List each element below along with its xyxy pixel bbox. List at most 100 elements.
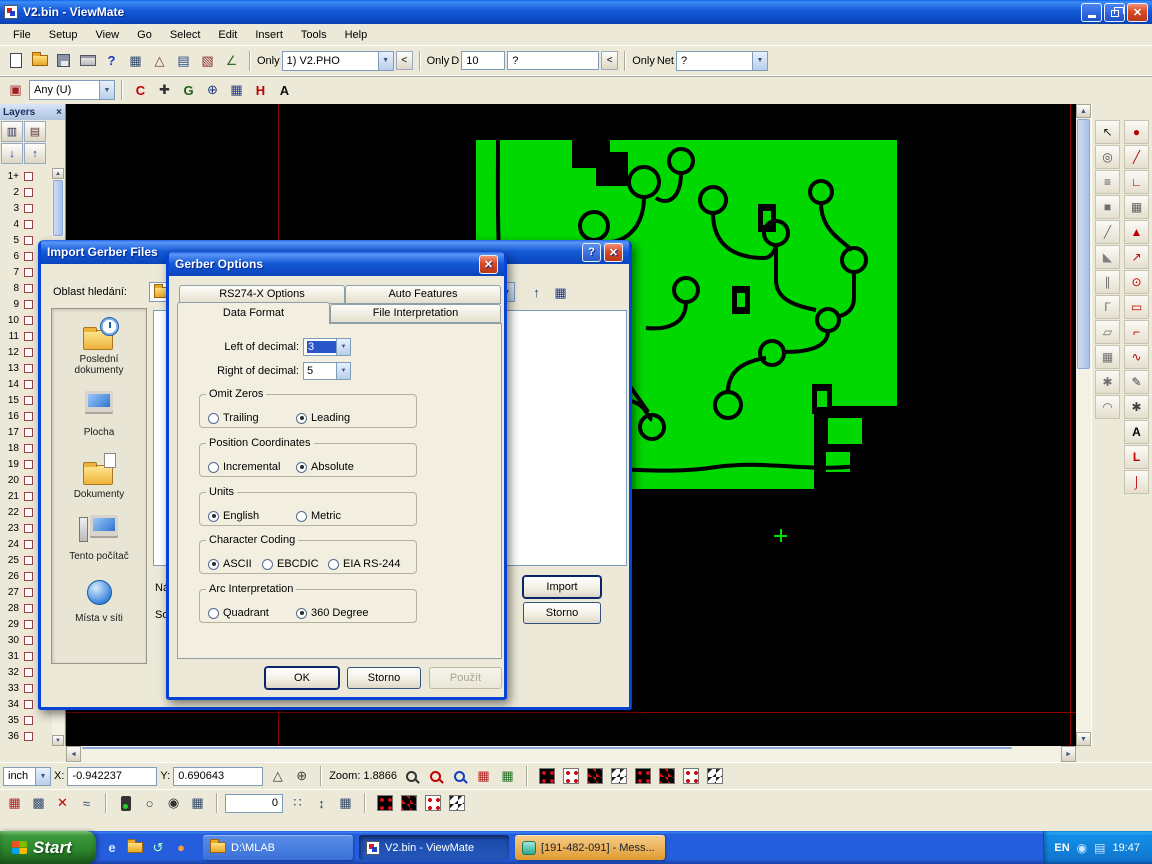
close-icon[interactable]: ✕ bbox=[479, 255, 498, 274]
close-icon[interactable]: × bbox=[56, 107, 62, 118]
layer-color-swatch[interactable] bbox=[24, 604, 33, 613]
draw-triangle-icon[interactable]: ▲ bbox=[1124, 220, 1149, 244]
aperture-pattern-icon[interactable] bbox=[559, 765, 582, 788]
draw-corner-icon[interactable]: ⌐ bbox=[1124, 320, 1149, 344]
layer-color-swatch[interactable] bbox=[24, 524, 33, 533]
l-marker-icon[interactable]: L bbox=[1124, 445, 1149, 469]
delete-icon[interactable]: ✕ bbox=[51, 792, 74, 815]
layer-row[interactable]: 4 bbox=[0, 216, 52, 232]
layer-color-swatch[interactable] bbox=[24, 396, 33, 405]
place-documents[interactable]: Dokumenty bbox=[54, 452, 144, 500]
gear-icon[interactable]: ✱ bbox=[1124, 395, 1149, 419]
slope-icon[interactable]: ∠ bbox=[220, 49, 243, 72]
layer-row[interactable]: 36 bbox=[0, 728, 52, 744]
layer-row[interactable]: 1+ bbox=[0, 168, 52, 184]
only-net-toggle[interactable]: Only bbox=[632, 55, 655, 67]
scroll-thumb[interactable] bbox=[82, 747, 1012, 749]
draw-angle-icon[interactable]: ∟ bbox=[1124, 170, 1149, 194]
menu-select[interactable]: Select bbox=[161, 26, 210, 44]
radio-eia-rs244[interactable]: EIA RS-244 bbox=[328, 558, 400, 570]
horizontal-scrollbar[interactable]: ◄ ► bbox=[66, 746, 1076, 762]
filled-square-icon[interactable]: ■ bbox=[1095, 195, 1120, 219]
layer-lines-icon[interactable]: ≡ bbox=[1095, 170, 1120, 194]
layer-color-swatch[interactable] bbox=[24, 636, 33, 645]
layer-color-swatch[interactable] bbox=[24, 316, 33, 325]
layer-color-swatch[interactable] bbox=[24, 364, 33, 373]
layer-color-swatch[interactable] bbox=[24, 172, 33, 181]
layer-color-swatch[interactable] bbox=[24, 732, 33, 741]
layer-color-swatch[interactable] bbox=[24, 380, 33, 389]
restore-button[interactable] bbox=[1104, 3, 1125, 22]
parallelogram-icon[interactable]: ▱ bbox=[1095, 320, 1120, 344]
radio-metric[interactable]: Metric bbox=[296, 510, 341, 522]
layer-color-swatch[interactable] bbox=[24, 620, 33, 629]
place-recent-documents[interactable]: Poslední dokumenty bbox=[54, 317, 144, 376]
refresh-shortcut-icon[interactable]: ↺ bbox=[148, 838, 168, 858]
layer-color-swatch[interactable] bbox=[24, 684, 33, 693]
import-button[interactable]: Import bbox=[523, 576, 601, 598]
aperture-pattern-icon[interactable] bbox=[607, 765, 630, 788]
draw-arrow-icon[interactable]: ↗ bbox=[1124, 245, 1149, 269]
grid-icon[interactable]: ▦ bbox=[1095, 345, 1120, 369]
origin-icon[interactable]: ⊕ bbox=[201, 79, 224, 102]
menu-setup[interactable]: Setup bbox=[40, 26, 87, 44]
arc-icon[interactable]: ◠ bbox=[1095, 395, 1120, 419]
radio-absolute[interactable]: Absolute bbox=[296, 461, 354, 473]
pencil-icon[interactable]: ✎ bbox=[1124, 370, 1149, 394]
text-icon[interactable]: A bbox=[1124, 420, 1149, 444]
menu-edit[interactable]: Edit bbox=[209, 26, 246, 44]
layer-color-swatch[interactable] bbox=[24, 700, 33, 709]
save-icon[interactable] bbox=[52, 49, 75, 72]
layer-color-swatch[interactable] bbox=[24, 236, 33, 245]
dcode-table-icon[interactable]: ▦ bbox=[124, 49, 147, 72]
draw-circle-icon[interactable]: ⊙ bbox=[1124, 270, 1149, 294]
scroll-down-icon[interactable]: ▼ bbox=[52, 735, 64, 746]
goto-icon[interactable]: G bbox=[177, 79, 200, 102]
menu-view[interactable]: View bbox=[86, 26, 128, 44]
layer-row[interactable]: 35 bbox=[0, 712, 52, 728]
internet-explorer-icon[interactable]: e bbox=[102, 838, 122, 858]
help-select-icon[interactable]: ? bbox=[100, 49, 123, 72]
annotation-icon[interactable]: A bbox=[273, 79, 296, 102]
move-layer-down-icon[interactable]: ↓ bbox=[1, 143, 23, 164]
draw-point-icon[interactable]: ● bbox=[1124, 120, 1149, 144]
tray-app-icon[interactable]: ▤ bbox=[1094, 841, 1105, 855]
radio-leading[interactable]: Leading bbox=[296, 412, 350, 424]
menu-tools[interactable]: Tools bbox=[292, 26, 336, 44]
grid-green-icon[interactable]: ▦ bbox=[496, 765, 519, 788]
film-stack-icon[interactable]: ▩ bbox=[27, 792, 50, 815]
aperture-pattern-icon[interactable] bbox=[421, 792, 444, 815]
radio-ebcdic[interactable]: EBCDIC bbox=[262, 558, 319, 570]
triangle-icon[interactable]: ◣ bbox=[1095, 245, 1120, 269]
scroll-thumb[interactable] bbox=[53, 180, 63, 236]
radio-english[interactable]: English bbox=[208, 510, 259, 522]
radio-quadrant[interactable]: Quadrant bbox=[208, 607, 269, 619]
layer-row[interactable]: 3 bbox=[0, 200, 52, 216]
menu-insert[interactable]: Insert bbox=[246, 26, 292, 44]
zoom-icon[interactable] bbox=[400, 765, 423, 788]
zoom-in-icon[interactable] bbox=[424, 765, 447, 788]
layer-color-swatch[interactable] bbox=[24, 300, 33, 309]
measure-icon[interactable]: △ bbox=[148, 49, 171, 72]
layer-row[interactable]: 2 bbox=[0, 184, 52, 200]
right-of-decimal-combo[interactable]: 5▼ bbox=[303, 362, 351, 380]
object-info-icon[interactable]: ▤ bbox=[172, 49, 195, 72]
tab-file-interpretation[interactable]: File Interpretation bbox=[330, 304, 501, 323]
left-of-decimal-combo[interactable]: 3▼ bbox=[303, 338, 351, 356]
menu-help[interactable]: Help bbox=[336, 26, 377, 44]
radio-ascii[interactable]: ASCII bbox=[208, 558, 252, 570]
layer-color-swatch[interactable] bbox=[24, 476, 33, 485]
new-file-icon[interactable] bbox=[4, 49, 27, 72]
layer-color-swatch[interactable] bbox=[24, 252, 33, 261]
origin-marker-icon[interactable]: ⊕ bbox=[290, 765, 313, 788]
aperture-pattern-icon[interactable] bbox=[535, 765, 558, 788]
scroll-left-icon[interactable]: ◄ bbox=[66, 746, 81, 762]
aperture-type-combo[interactable]: Any (U)▼ bbox=[29, 80, 115, 100]
aperture-pattern-icon[interactable] bbox=[631, 765, 654, 788]
aperture-pattern-icon[interactable] bbox=[655, 765, 678, 788]
scroll-up-icon[interactable]: ▲ bbox=[52, 168, 64, 179]
layer-color-swatch[interactable] bbox=[24, 284, 33, 293]
scroll-down-icon[interactable]: ▼ bbox=[1076, 732, 1091, 746]
pad-tool-icon[interactable]: ◉ bbox=[162, 792, 185, 815]
draw-line-icon[interactable]: ╱ bbox=[1124, 145, 1149, 169]
